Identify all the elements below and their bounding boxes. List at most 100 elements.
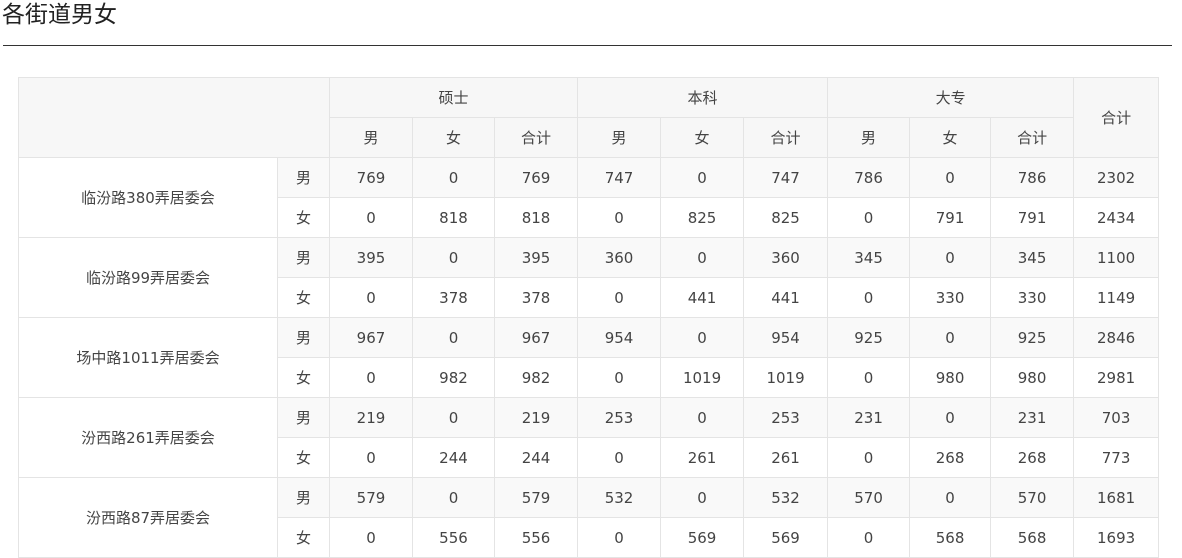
cell-bachelor-male: 954 bbox=[577, 317, 662, 358]
cell-master-male: 0 bbox=[329, 277, 413, 318]
cell-grand-total: 1693 bbox=[1073, 517, 1160, 558]
header-group-college: 大专 bbox=[827, 77, 1075, 118]
cell-grand-total: 2981 bbox=[1073, 357, 1160, 398]
cell-master-total: 395 bbox=[493, 237, 579, 278]
gender-label-female: 女 bbox=[277, 277, 330, 318]
cell-master-female: 0 bbox=[412, 477, 495, 518]
cell-bachelor-female: 825 bbox=[660, 197, 745, 238]
cell-bachelor-total: 253 bbox=[743, 397, 829, 438]
gender-label-female: 女 bbox=[277, 357, 330, 398]
cell-grand-total: 1149 bbox=[1073, 277, 1160, 318]
cell-master-male: 0 bbox=[329, 517, 413, 558]
cell-college-female: 791 bbox=[909, 197, 992, 238]
cell-bachelor-female: 1019 bbox=[660, 357, 745, 398]
cell-master-male: 395 bbox=[329, 237, 413, 278]
cell-master-female: 378 bbox=[412, 277, 495, 318]
cell-master-male: 769 bbox=[329, 157, 413, 198]
cell-college-total: 568 bbox=[990, 517, 1075, 558]
cell-master-male: 967 bbox=[329, 317, 413, 358]
header-college-total: 合计 bbox=[990, 117, 1075, 158]
gender-label-male: 男 bbox=[277, 237, 330, 278]
cell-master-total: 769 bbox=[493, 157, 579, 198]
gender-label-male: 男 bbox=[277, 317, 330, 358]
header-corner bbox=[18, 77, 330, 158]
cell-bachelor-female: 441 bbox=[660, 277, 745, 318]
cell-college-total: 570 bbox=[990, 477, 1075, 518]
cell-college-male: 0 bbox=[827, 437, 911, 478]
header-bachelor-female: 女 bbox=[660, 117, 745, 158]
cell-master-female: 0 bbox=[412, 317, 495, 358]
cell-college-total: 925 bbox=[990, 317, 1075, 358]
cell-college-total: 268 bbox=[990, 437, 1075, 478]
cell-grand-total: 773 bbox=[1073, 437, 1160, 478]
cell-master-female: 982 bbox=[412, 357, 495, 398]
table-row-male: 汾西路261弄居委会男 219 0 219 253 0 253 231 0 231 703 bbox=[18, 397, 1160, 478]
gender-label-male: 男 bbox=[277, 477, 330, 518]
cell-bachelor-female: 0 bbox=[660, 237, 745, 278]
header-college-female: 女 bbox=[909, 117, 992, 158]
cell-college-total: 791 bbox=[990, 197, 1075, 238]
cell-master-total: 579 bbox=[493, 477, 579, 518]
cell-bachelor-female: 0 bbox=[660, 477, 745, 518]
cell-college-total: 980 bbox=[990, 357, 1075, 398]
cell-bachelor-total: 569 bbox=[743, 517, 829, 558]
cell-master-female: 0 bbox=[412, 397, 495, 438]
cell-college-male: 345 bbox=[827, 237, 911, 278]
cell-college-female: 0 bbox=[909, 397, 992, 438]
header-bachelor-male: 男 bbox=[577, 117, 662, 158]
cell-bachelor-male: 0 bbox=[577, 517, 662, 558]
cell-bachelor-total: 261 bbox=[743, 437, 829, 478]
cell-college-female: 0 bbox=[909, 157, 992, 198]
header-group-master: 硕士 bbox=[328, 77, 579, 118]
header-group-bachelor: 本科 bbox=[577, 77, 829, 118]
cell-bachelor-male: 360 bbox=[577, 237, 662, 278]
cell-college-female: 0 bbox=[909, 317, 992, 358]
gender-label-female: 女 bbox=[277, 517, 330, 558]
cell-bachelor-male: 747 bbox=[577, 157, 662, 198]
cell-grand-total: 1681 bbox=[1073, 477, 1160, 518]
cell-bachelor-female: 261 bbox=[660, 437, 745, 478]
cell-bachelor-total: 360 bbox=[743, 237, 829, 278]
cell-master-female: 0 bbox=[412, 237, 495, 278]
cell-college-male: 0 bbox=[827, 357, 911, 398]
cell-college-total: 231 bbox=[990, 397, 1075, 438]
gender-label-female: 女 bbox=[277, 197, 330, 238]
cell-bachelor-male: 532 bbox=[577, 477, 662, 518]
cell-bachelor-total: 825 bbox=[743, 197, 829, 238]
cell-bachelor-female: 569 bbox=[660, 517, 745, 558]
cell-bachelor-female: 0 bbox=[660, 397, 745, 438]
gender-label-male: 男 bbox=[277, 157, 330, 198]
cell-master-male: 0 bbox=[329, 357, 413, 398]
cell-master-total: 967 bbox=[493, 317, 579, 358]
cell-bachelor-female: 0 bbox=[660, 157, 745, 198]
cell-bachelor-total: 954 bbox=[743, 317, 829, 358]
gender-label-male: 男 bbox=[277, 397, 330, 438]
cell-master-male: 579 bbox=[329, 477, 413, 518]
cell-grand-total: 703 bbox=[1073, 397, 1160, 438]
street-name: 临汾路380弄居委会 bbox=[18, 157, 278, 238]
page-title: 各街道男女 bbox=[2, 2, 117, 28]
cell-college-male: 231 bbox=[827, 397, 911, 438]
cell-grand-total: 1100 bbox=[1073, 237, 1160, 278]
header-master-total: 合计 bbox=[493, 117, 579, 158]
cell-college-female: 268 bbox=[909, 437, 992, 478]
cell-master-female: 556 bbox=[412, 517, 495, 558]
header-bachelor-total: 合计 bbox=[743, 117, 829, 158]
cell-bachelor-male: 253 bbox=[577, 397, 662, 438]
cell-college-total: 786 bbox=[990, 157, 1075, 198]
cell-master-male: 219 bbox=[329, 397, 413, 438]
cell-master-male: 0 bbox=[329, 437, 413, 478]
cell-master-female: 244 bbox=[412, 437, 495, 478]
header-college-male: 男 bbox=[827, 117, 911, 158]
cell-bachelor-total: 532 bbox=[743, 477, 829, 518]
cell-bachelor-male: 0 bbox=[577, 357, 662, 398]
cell-college-female: 0 bbox=[909, 237, 992, 278]
cell-college-total: 345 bbox=[990, 237, 1075, 278]
cell-college-total: 330 bbox=[990, 277, 1075, 318]
cell-college-female: 568 bbox=[909, 517, 992, 558]
cell-grand-total: 2302 bbox=[1073, 157, 1160, 198]
cell-master-total: 982 bbox=[493, 357, 579, 398]
table-row-male: 临汾路99弄居委会男 395 0 395 360 0 360 345 0 345 1100 bbox=[18, 237, 1160, 318]
table-row-male: 场中路1011弄居委会男 967 0 967 954 0 954 925 0 925 2846 bbox=[18, 317, 1160, 398]
cell-college-male: 786 bbox=[827, 157, 911, 198]
